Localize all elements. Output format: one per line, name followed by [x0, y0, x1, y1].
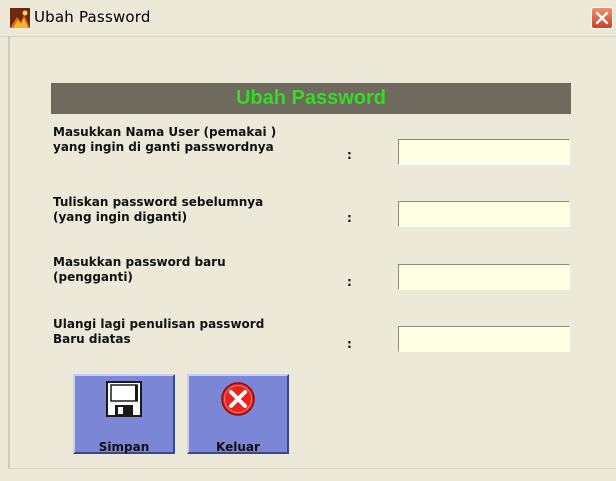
new-password-input[interactable]	[398, 264, 570, 290]
confirm-password-input[interactable]	[398, 326, 570, 352]
confirm-password-label-line1: Ulangi lagi penulisan password	[53, 317, 265, 331]
username-label-line2: yang ingin di ganti passwordnya	[53, 140, 274, 154]
red-x-icon	[221, 382, 255, 416]
new-password-label: Masukkan password baru (pengganti)	[53, 255, 226, 285]
confirm-password-label: Ulangi lagi penulisan password Baru diat…	[53, 317, 264, 347]
confirm-password-label-line2: Baru diatas	[53, 332, 131, 346]
old-password-label-line1: Tuliskan password sebelumnya	[53, 195, 264, 209]
new-password-label-line1: Masukkan password baru	[53, 255, 226, 269]
old-password-input[interactable]	[398, 201, 570, 227]
old-password-colon: :	[347, 211, 352, 225]
old-password-label-line2: (yang ingin diganti)	[53, 210, 188, 224]
save-button-label: Simpan	[98, 440, 150, 454]
window-title: Ubah Password	[34, 8, 151, 26]
save-button[interactable]: Simpan	[73, 374, 175, 454]
app-icon	[10, 8, 30, 28]
new-password-label-line2: (pengganti)	[53, 270, 133, 284]
username-input[interactable]	[398, 139, 570, 165]
window-frame-left	[8, 37, 10, 481]
confirm-password-colon: :	[347, 337, 352, 351]
exit-button-label: Keluar	[216, 440, 260, 454]
floppy-disk-icon	[106, 381, 142, 417]
window-frame-bottom	[8, 468, 616, 481]
old-password-label: Tuliskan password sebelumnya (yang ingin…	[53, 195, 263, 225]
dialog-window: Ubah Password Ubah Password Masukkan Nam…	[0, 0, 616, 481]
title-bar[interactable]: Ubah Password	[0, 0, 616, 37]
form-header: Ubah Password	[51, 83, 571, 114]
username-colon: :	[347, 148, 352, 162]
close-icon	[595, 11, 609, 25]
form-header-title: Ubah Password	[235, 87, 387, 109]
close-button[interactable]	[591, 7, 613, 29]
new-password-colon: :	[347, 275, 352, 289]
exit-button[interactable]: Keluar	[187, 374, 289, 454]
username-label: Masukkan Nama User (pemakai ) yang ingin…	[53, 125, 276, 155]
username-label-line1: Masukkan Nama User (pemakai )	[53, 125, 277, 139]
